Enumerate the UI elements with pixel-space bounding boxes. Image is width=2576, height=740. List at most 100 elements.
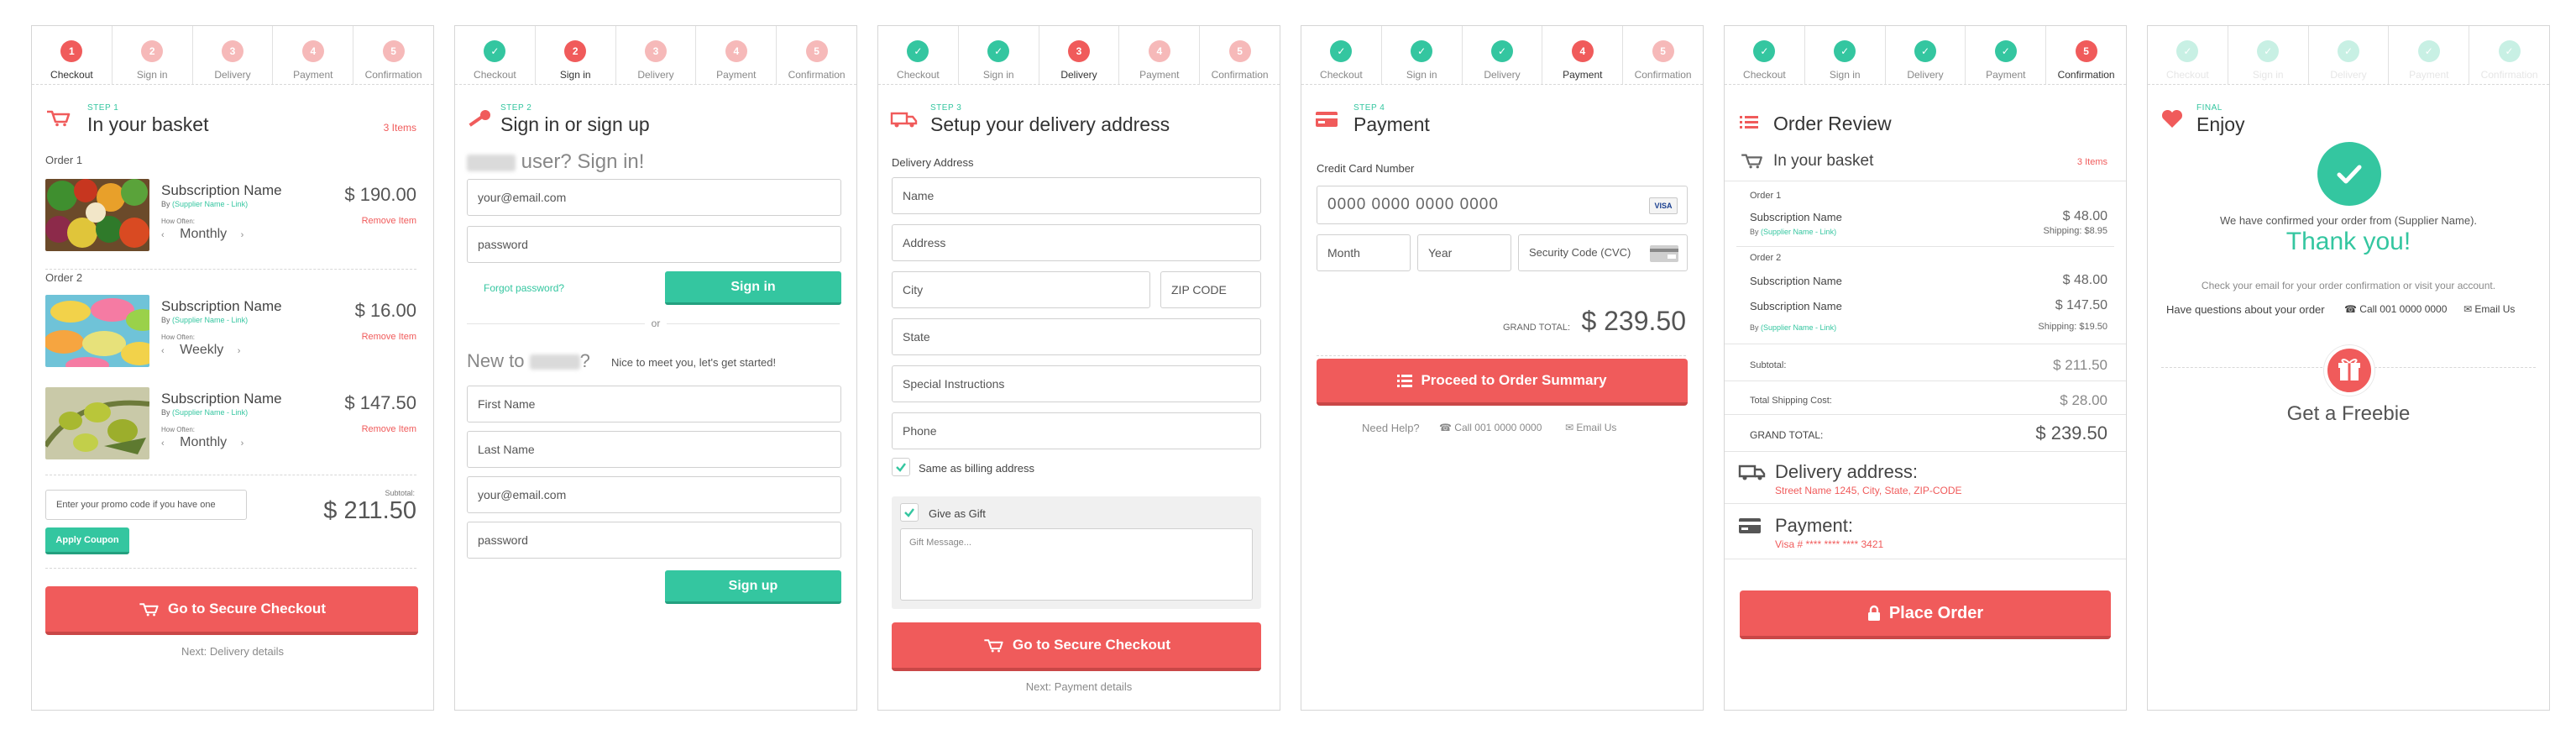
address-field[interactable]: Address [892,224,1261,261]
step-checkout[interactable]: ✓ Checkout [1725,26,1804,84]
first-name-field[interactable]: First Name [467,386,841,422]
sign-up-button[interactable]: Sign up [665,570,841,604]
next-frequency-arrow[interactable]: › [238,346,241,356]
grand-total-label: GRAND TOTAL: [1503,323,1571,333]
step-payment[interactable]: 4 Payment [1118,26,1199,84]
signup-password-field[interactable]: password [467,522,841,559]
place-order-button[interactable]: Place Order [1740,590,2111,639]
progress-steps: ✓ Checkout ✓ Sign in ✓ Delivery ✓ Payment ✓ C… [2148,26,2549,85]
step-sign-in[interactable]: ✓ Sign in [1380,26,1462,84]
step-payment[interactable]: 4 Payment [1542,26,1622,84]
order-label: Order 2 [1750,253,1782,263]
subscription-name: Subscription Name [1750,300,1842,312]
basket-icon [47,110,71,127]
order-label: Order 2 [45,271,83,284]
name-field[interactable]: Name [892,177,1261,214]
remove-item-link[interactable]: Remove Item [362,332,416,342]
step-tag: STEP 2 [500,103,532,113]
sign-in-button[interactable]: Sign in [665,271,841,305]
supplier-link[interactable]: (Supplier Name - Link) [172,316,248,324]
credit-card-icon [1739,518,1761,533]
step-payment[interactable]: 4 Payment [272,26,353,84]
supplier-link[interactable]: (Supplier Name - Link) [172,408,248,417]
proceed-to-summary-button[interactable]: Proceed to Order Summary [1317,359,1688,406]
year-select[interactable]: Year [1417,234,1511,271]
items-count: 3 Items [383,122,416,134]
same-billing-checkbox[interactable] [892,458,910,476]
step-delivery[interactable]: 3 Delivery [191,26,273,84]
step-delivery[interactable]: 3 Delivery [615,26,696,84]
forgot-password-link[interactable]: Forgot password? [484,282,564,294]
zip-field[interactable]: ZIP CODE [1160,271,1261,308]
promo-code-input[interactable]: Enter your promo code if you have one [45,490,247,520]
call-link[interactable]: ☎ Call 001 0000 0000 [2344,303,2447,315]
confirmation-text: We have confirmed your order from (Suppl… [2219,214,2478,227]
secure-checkout-button[interactable]: Go to Secure Checkout [892,622,1261,671]
step-confirmation[interactable]: 5 Confirmation [776,26,856,84]
cvc-card-icon [1650,245,1678,262]
basket-icon [139,603,159,617]
new-user-heading: New to ? [467,350,590,371]
same-billing-label: Same as billing address [919,462,1035,475]
checkout-panel: 1 Checkout 2 Sign in 3 Delivery 4 Payment 5C… [31,25,434,711]
step-confirmation[interactable]: 5 Confirmation [353,26,433,84]
gift-message-textarea[interactable]: Gift Message... [900,528,1253,601]
step-checkout[interactable]: 1 Checkout [32,26,112,84]
step-confirmation[interactable]: 5 Confirmation [1622,26,1703,84]
step-checkout[interactable]: ✓ Checkout [455,26,535,84]
subscription-name: Subscription Name [161,298,282,314]
signup-email-field[interactable]: your@email.com [467,476,841,513]
secure-checkout-button[interactable]: Go to Secure Checkout [45,586,418,635]
supplier-link[interactable]: (Supplier Name - Link) [1761,323,1836,332]
special-instructions-field[interactable]: Special Instructions [892,365,1261,402]
give-as-gift-checkbox[interactable] [900,503,919,522]
state-field[interactable]: State [892,318,1261,355]
freebie-heading[interactable]: Get a Freebie [2148,402,2549,426]
step-sign-in[interactable]: 2 Sign in [534,26,615,84]
prev-frequency-arrow[interactable]: ‹ [161,438,165,449]
list-icon [1740,116,1758,129]
step-checkout[interactable]: ✓ Checkout [1301,26,1381,84]
truck-icon [1738,464,1766,480]
frequency-value: Monthly [180,435,228,449]
supplier-link[interactable]: (Supplier Name - Link) [1761,228,1836,236]
step-tag: FINAL [2196,103,2223,113]
remove-item-link[interactable]: Remove Item [362,216,416,226]
city-field[interactable]: City [892,271,1150,308]
page-title: Payment [1353,113,1430,135]
step-confirmation[interactable]: 5 Confirmation [2045,26,2126,84]
email-field[interactable]: your@email.com [467,179,841,216]
last-name-field[interactable]: Last Name [467,431,841,468]
order-review-panel: ✓ Checkout ✓ Sign in ✓ Delivery ✓ Payment 5C… [1724,25,2127,711]
gift-icon[interactable] [2324,345,2374,396]
step-sign-in[interactable]: ✓ Sign in [1804,26,1885,84]
or-divider: or [644,318,668,329]
step-delivery[interactable]: ✓ Delivery [1461,26,1542,84]
step-delivery[interactable]: ✓ Delivery [1884,26,1966,84]
prev-frequency-arrow[interactable]: ‹ [161,346,165,356]
email-link[interactable]: ✉ Email Us [1565,422,1616,433]
step-sign-in[interactable]: 2 Sign in [111,26,192,84]
supplier-link[interactable]: (Supplier Name - Link) [172,200,248,208]
step-payment[interactable]: ✓ Payment [1965,26,2045,84]
envelope-icon: ✉ [1565,422,1574,433]
step-payment[interactable]: 4 Payment [695,26,776,84]
payment-panel: ✓ Checkout ✓ Sign in ✓ Delivery 4 Payment 5C… [1301,25,1704,711]
call-link[interactable]: ☎ Call 001 0000 0000 [1439,422,1542,433]
step-delivery[interactable]: 3 Delivery [1038,26,1119,84]
month-select[interactable]: Month [1317,234,1411,271]
email-link[interactable]: ✉ Email Us [2463,303,2515,315]
next-frequency-arrow[interactable]: › [241,230,244,240]
prev-frequency-arrow[interactable]: ‹ [161,230,165,240]
apply-coupon-button[interactable]: Apply Coupon [45,527,129,554]
password-field[interactable]: password [467,226,841,263]
subtotal-label: Subtotal: [385,489,415,497]
card-number-field[interactable]: 0000 0000 0000 0000 [1317,186,1688,224]
credit-card-icon [1316,112,1338,127]
step-checkout[interactable]: ✓ Checkout [878,26,958,84]
step-confirmation[interactable]: 5 Confirmation [1199,26,1280,84]
remove-item-link[interactable]: Remove Item [362,424,416,434]
phone-field[interactable]: Phone [892,412,1261,449]
step-sign-in[interactable]: ✓ Sign in [957,26,1039,84]
next-frequency-arrow[interactable]: › [241,438,244,449]
